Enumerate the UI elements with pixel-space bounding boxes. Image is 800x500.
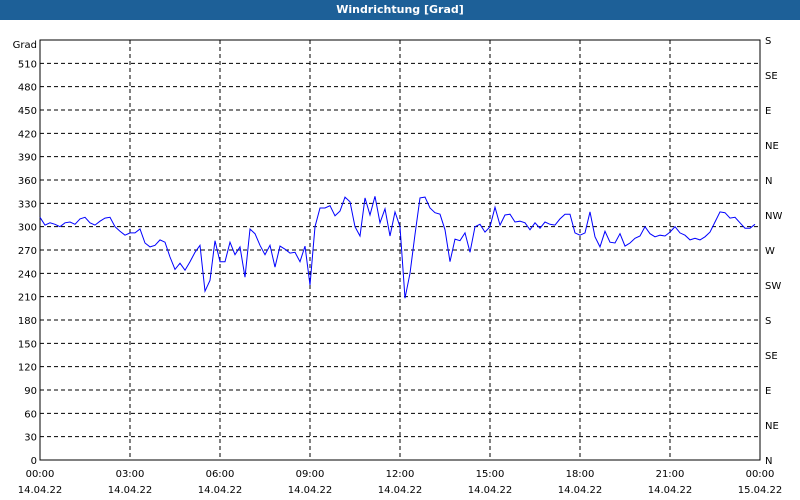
x-tick-date: 14.04.22 [108,485,153,496]
series-line-windrichtung [39,196,756,299]
x-tick-time: 21:00 [656,469,685,480]
y-axis-label: Grad [13,40,37,51]
y2-tick-label: E [765,106,771,117]
y-tick-label: 300 [18,223,37,234]
y2-tick-label: W [765,246,775,257]
y2-tick-label: NW [765,211,782,222]
y2-tick-label: SE [765,71,778,82]
x-tick-date: 15.04.22 [738,485,783,496]
y-tick-label: 210 [18,293,37,304]
grid-lines [40,40,760,460]
x-tick-date: 14.04.22 [288,485,333,496]
x-tick-time: 09:00 [296,469,325,480]
y-tick-label: 30 [24,433,37,444]
y-tick-label: 420 [18,129,37,140]
y2-tick-label: S [765,316,771,327]
x-tick-time: 18:00 [566,469,595,480]
y-tick-label: 120 [18,363,37,374]
wind-direction-chart: Grad 0 30 60 90 120 150 180 210 240 270 300 330 360 3… [13,36,783,496]
y-tick-label: 510 [18,59,37,70]
x-tick-time: 00:00 [746,469,775,480]
y-tick-label: 180 [18,316,37,327]
x-tick-date: 14.04.22 [558,485,603,496]
y2-tick-label: NE [765,141,779,152]
y-tick-label: 150 [18,339,37,350]
x-tick-date: 14.04.22 [198,485,243,496]
y-tick-label: 480 [18,83,37,94]
y-tick-label: 270 [18,246,37,257]
y-tick-label: 90 [24,386,37,397]
y2-axis-ticks: N NE E SE S SW W NW N NE E SE S [765,36,782,467]
x-axis-ticks: 00:00 14.04.22 03:00 14.04.22 06:00 14.04.22 0… [18,469,783,496]
y-tick-label: 390 [18,153,37,164]
x-tick-date: 14.04.22 [648,485,693,496]
x-tick-time: 03:00 [116,469,145,480]
y2-tick-label: NE [765,421,779,432]
y-tick-label: 450 [18,106,37,117]
x-tick-date: 14.04.22 [468,485,513,496]
y-tick-label: 330 [18,199,37,210]
y-tick-label: 240 [18,269,37,280]
y-tick-label: 60 [24,409,37,420]
y-tick-label: 360 [18,176,37,187]
y2-tick-label: SW [765,281,781,292]
y2-tick-label: N [765,176,772,187]
y2-tick-label: S [765,36,771,47]
y2-tick-label: E [765,386,771,397]
y2-tick-label: SE [765,351,778,362]
y-tick-label: 0 [31,456,37,467]
x-tick-time: 12:00 [386,469,415,480]
x-tick-time: 15:00 [476,469,505,480]
x-tick-time: 00:00 [26,469,55,480]
x-tick-date: 14.04.22 [378,485,423,496]
y-axis-ticks: 0 30 60 90 120 150 180 210 240 270 300 330 360 390 420… [18,59,37,467]
x-tick-date: 14.04.22 [18,485,63,496]
y2-tick-label: N [765,456,772,467]
x-tick-time: 06:00 [206,469,235,480]
